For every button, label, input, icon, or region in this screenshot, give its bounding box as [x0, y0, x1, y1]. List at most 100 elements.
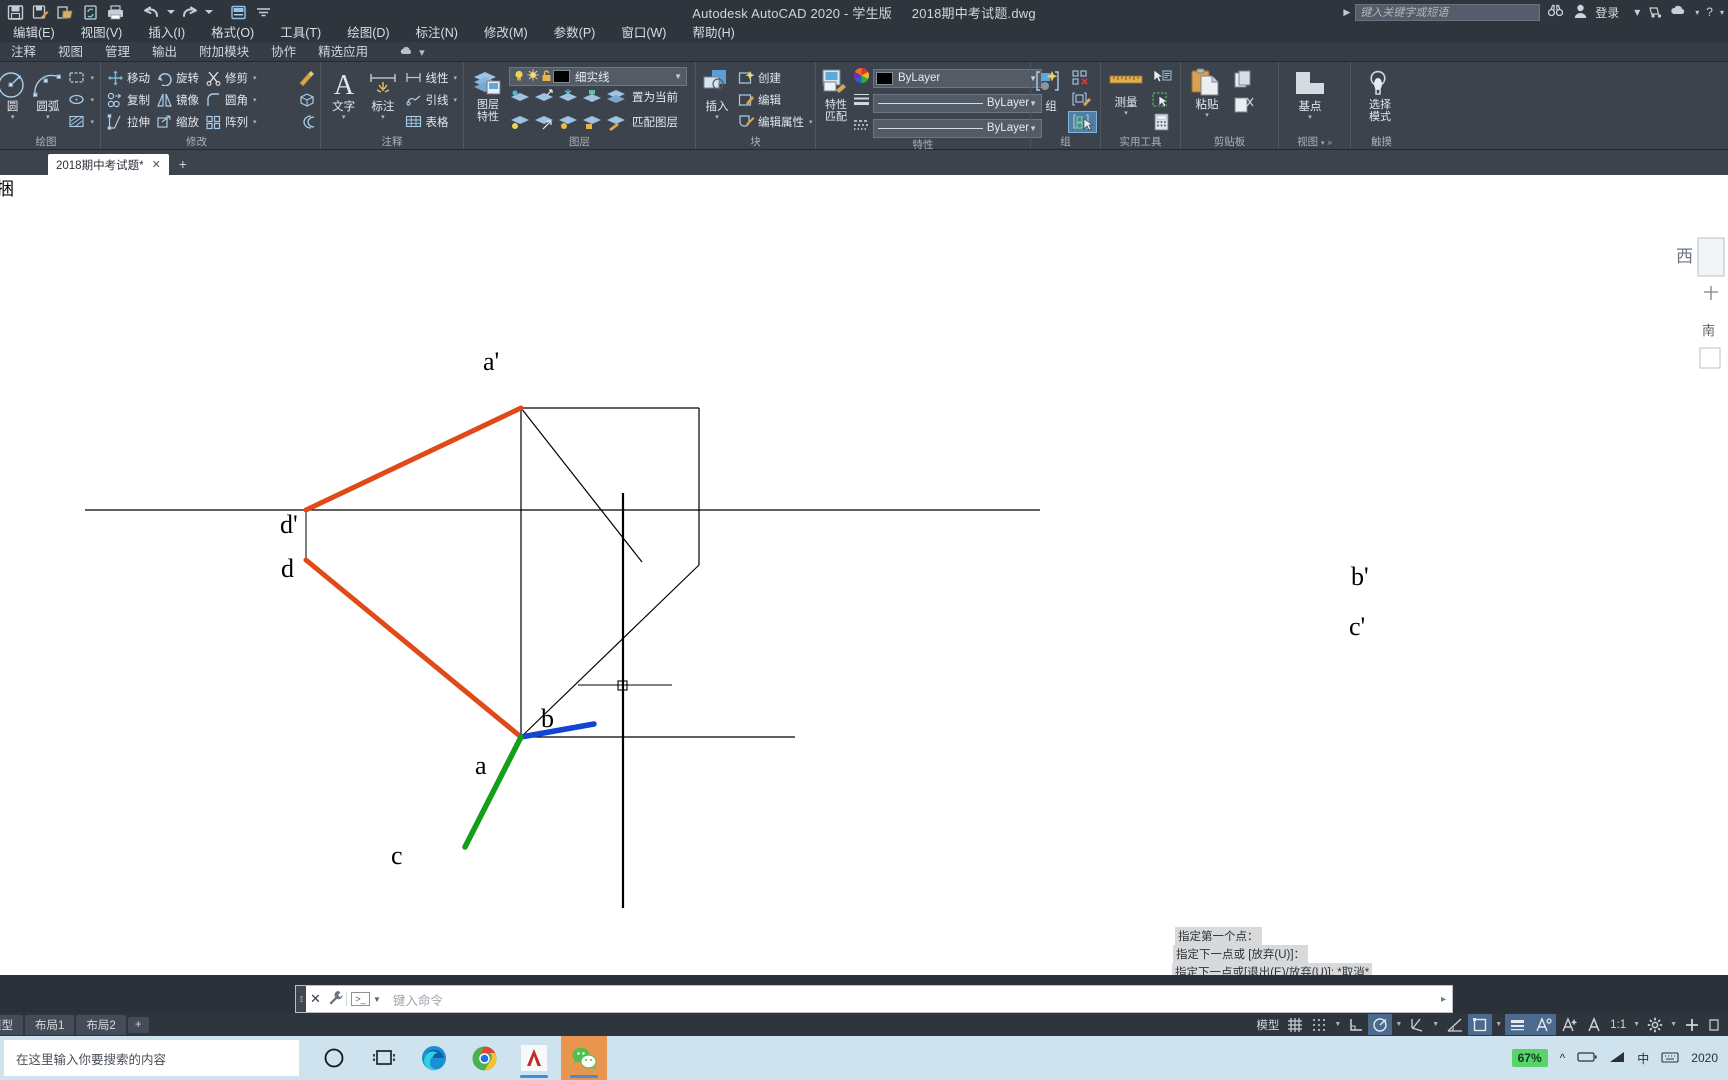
- mirror-tool[interactable]: 镜像: [153, 89, 202, 110]
- menu-item-3[interactable]: 格式(O): [198, 24, 267, 42]
- layer-on-icon[interactable]: [512, 69, 526, 85]
- layout-tab-1[interactable]: 布局1: [25, 1014, 75, 1035]
- linetype-icon[interactable]: [853, 117, 870, 139]
- autocad-icon[interactable]: [511, 1036, 557, 1080]
- text-tool[interactable]: A 文字 ▾: [324, 66, 363, 121]
- copy-tool[interactable]: 复制: [104, 89, 153, 110]
- match-layer-icon[interactable]: [605, 113, 627, 136]
- sync-icon[interactable]: [79, 1, 102, 23]
- taskbar-search-input[interactable]: 在这里输入你要搜索的内容: [4, 1040, 299, 1076]
- chrome-icon[interactable]: [461, 1036, 507, 1080]
- lineweight-display-icon[interactable]: [1505, 1014, 1531, 1035]
- undo-dropdown-icon[interactable]: [165, 1, 176, 23]
- file-tab-active[interactable]: 2018期中考试题* ✕: [48, 154, 169, 175]
- snap-dropdown-icon[interactable]: ▼: [1331, 1021, 1344, 1028]
- rotate-tool[interactable]: 旋转: [153, 67, 202, 88]
- layer-color-swatch[interactable]: [553, 70, 570, 83]
- ellipse-tool[interactable]: ▾: [65, 89, 97, 110]
- customize-icon[interactable]: [1680, 1014, 1704, 1035]
- menu-item-8[interactable]: 参数(P): [541, 24, 609, 42]
- select-mode-tool[interactable]: 选择 模式: [1354, 66, 1406, 123]
- layer-dropdown-icon[interactable]: ▼: [674, 72, 684, 81]
- otrack-icon[interactable]: [1442, 1014, 1468, 1035]
- command-close-icon[interactable]: ✕: [306, 991, 325, 1007]
- layer-lock-icon[interactable]: [540, 69, 553, 85]
- command-line-drag-handle[interactable]: ⁞⁞: [296, 986, 306, 1012]
- help-dropdown-icon[interactable]: ▾: [1720, 8, 1724, 17]
- edit-block-tool[interactable]: 编辑: [735, 89, 816, 110]
- select-all-tool[interactable]: [1148, 89, 1175, 111]
- command-expand-icon[interactable]: ▸: [1441, 994, 1452, 1005]
- task-view-icon[interactable]: [361, 1036, 407, 1080]
- ribbon-tab-4[interactable]: 附加模块: [188, 42, 260, 62]
- search-input[interactable]: 键入关键字或短语: [1355, 3, 1541, 21]
- polar-tracking-icon[interactable]: [1368, 1014, 1393, 1035]
- polar-dropdown-icon[interactable]: ▼: [1392, 1021, 1405, 1028]
- calculator-tool[interactable]: [1148, 111, 1175, 133]
- cut-tool[interactable]: [1230, 92, 1257, 117]
- annotation-monitor-icon[interactable]: [1582, 1014, 1606, 1035]
- group-edit-tool[interactable]: [1068, 89, 1097, 111]
- arc-dropdown-icon[interactable]: ▾: [46, 114, 50, 121]
- ribbon-tab-3[interactable]: 输出: [141, 42, 188, 62]
- dimension-tool[interactable]: 标注 ▾: [363, 66, 402, 121]
- scale-tool[interactable]: 缩放: [153, 111, 202, 132]
- autodesk-cloud-icon[interactable]: [1670, 4, 1688, 21]
- add-layout-icon[interactable]: +: [127, 1016, 149, 1033]
- leader-tool[interactable]: 引线 ▾: [402, 89, 460, 110]
- status-model-button[interactable]: 模型: [1252, 1014, 1283, 1035]
- clock-date[interactable]: 2020: [1691, 1051, 1718, 1065]
- workspace-switch-icon[interactable]: [227, 1, 250, 23]
- set-current-layer-icon[interactable]: [605, 88, 627, 111]
- cloud-dropdown-icon[interactable]: ▾: [1695, 8, 1699, 17]
- move-tool[interactable]: 移动: [104, 67, 153, 88]
- osnap-icon[interactable]: [1405, 1014, 1429, 1035]
- wechat-icon[interactable]: [561, 1036, 607, 1080]
- insert-dropdown-icon[interactable]: ▾: [715, 114, 719, 121]
- match-properties-tool-big[interactable]: 特性 匹配: [819, 66, 853, 123]
- circle-tool[interactable]: 圆 ▾: [0, 66, 30, 121]
- command-line[interactable]: ⁞⁞ ✕ >_ ▼ 键入命令 ▸: [295, 985, 1453, 1013]
- menu-item-2[interactable]: 插入(I): [135, 24, 198, 42]
- paste-dropdown-icon[interactable]: ▾: [1205, 112, 1209, 119]
- command-input[interactable]: 键入命令: [385, 990, 443, 1009]
- basepoint-tool[interactable]: 基点 ▾: [1282, 66, 1338, 121]
- plot-icon[interactable]: [104, 1, 127, 23]
- wrench-icon[interactable]: [325, 990, 346, 1009]
- user-avatar-icon[interactable]: [1571, 4, 1590, 21]
- workspace-dropdown-icon[interactable]: ▼: [1667, 1021, 1680, 1028]
- app-menu-caret-icon[interactable]: ▾: [1634, 5, 1640, 19]
- close-icon[interactable]: ✕: [152, 158, 161, 171]
- rectangle-tool[interactable]: ▾: [65, 67, 97, 88]
- autoscale-icon[interactable]: [1556, 1014, 1582, 1035]
- trim-tool[interactable]: 修剪 ▾: [202, 67, 260, 88]
- 3d-solid-tool[interactable]: [295, 89, 320, 110]
- save-as-icon[interactable]: [29, 1, 52, 23]
- layer-unlock-icon[interactable]: [581, 113, 603, 136]
- network-icon[interactable]: [1609, 1051, 1625, 1066]
- save-icon[interactable]: [4, 1, 27, 23]
- ortho-icon[interactable]: [1344, 1014, 1368, 1035]
- layer-turn-on-icon[interactable]: [557, 113, 579, 136]
- ribbon-cloud-icon[interactable]: ▾: [399, 45, 425, 59]
- scale-dropdown-icon[interactable]: ▼: [1630, 1021, 1643, 1028]
- match-layer-label[interactable]: 匹配图层: [629, 113, 681, 131]
- dimension-dropdown-icon[interactable]: ▾: [381, 114, 385, 121]
- color-wheel-icon[interactable]: [853, 67, 870, 89]
- hatch-tool[interactable]: ▾: [65, 111, 97, 132]
- search-expand-icon[interactable]: ▶: [1343, 7, 1350, 18]
- layer-lock-2-icon[interactable]: [581, 88, 603, 111]
- dynamic-ucs-icon[interactable]: [1468, 1014, 1493, 1035]
- copy-clip-tool[interactable]: [1230, 67, 1257, 92]
- undo-icon[interactable]: [140, 1, 163, 23]
- exchange-app-icon[interactable]: [1647, 4, 1663, 21]
- basepoint-dropdown-icon[interactable]: ▾: [1308, 114, 1312, 121]
- layout-tab-2[interactable]: 布局2: [76, 1014, 126, 1035]
- paste-tool[interactable]: 粘贴 ▾: [1184, 66, 1230, 119]
- help-icon[interactable]: ?: [1706, 5, 1713, 19]
- linetype-combo[interactable]: ByLayer ▼: [873, 118, 1042, 138]
- menu-item-4[interactable]: 工具(T): [267, 24, 334, 42]
- stretch-tool[interactable]: 拉伸: [104, 111, 153, 132]
- layer-isolate-icon[interactable]: [509, 88, 531, 111]
- login-button[interactable]: 登录: [1595, 4, 1619, 21]
